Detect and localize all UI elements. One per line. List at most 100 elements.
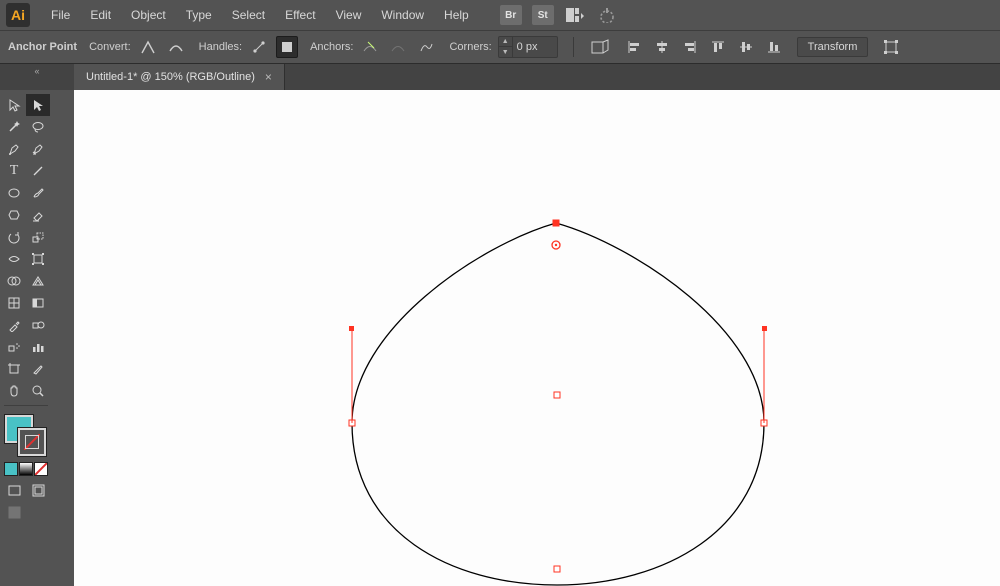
- blend-tool[interactable]: [26, 314, 50, 336]
- align-bottom-button[interactable]: [763, 36, 785, 58]
- type-tool[interactable]: T: [2, 160, 26, 182]
- none-mode-button[interactable]: [34, 462, 48, 476]
- corner-point-icon: [140, 39, 156, 55]
- handles-show-button[interactable]: [248, 36, 270, 58]
- convert-label: Convert:: [89, 41, 131, 53]
- align-group: [623, 36, 785, 58]
- document-tab[interactable]: Untitled-1* @ 150% (RGB/Outline) ×: [74, 64, 285, 90]
- anchors-group: Anchors:: [310, 36, 437, 58]
- paintbrush-tool[interactable]: [26, 182, 50, 204]
- handle-right[interactable]: [762, 326, 767, 331]
- perspective-tool[interactable]: [26, 270, 50, 292]
- screen-mode-full-button[interactable]: [26, 479, 50, 501]
- anchor-add-icon: [390, 39, 406, 55]
- canvas[interactable]: [74, 90, 1000, 586]
- anchor-remove-button[interactable]: [359, 36, 381, 58]
- handles-group: Handles:: [199, 36, 298, 58]
- menu-edit[interactable]: Edit: [81, 4, 120, 26]
- handles-label: Handles:: [199, 41, 242, 53]
- menu-select[interactable]: Select: [223, 4, 274, 26]
- smooth-point-icon: [168, 39, 184, 55]
- color-mode-button[interactable]: [4, 462, 18, 476]
- paintbrush-icon: [31, 186, 45, 200]
- slice-tool[interactable]: [26, 358, 50, 380]
- shaper-tool[interactable]: [2, 204, 26, 226]
- menu-type[interactable]: Type: [177, 4, 221, 26]
- screen-mode-normal-button[interactable]: [2, 479, 26, 501]
- lasso-tool[interactable]: [26, 116, 50, 138]
- width-tool[interactable]: [2, 248, 26, 270]
- selection-tool[interactable]: [2, 94, 26, 116]
- color-swatch[interactable]: [4, 414, 48, 458]
- eyedropper-icon: [7, 318, 21, 332]
- shape-path[interactable]: [352, 223, 764, 585]
- scale-icon: [31, 230, 45, 244]
- panel-collapse-handle[interactable]: «: [0, 64, 74, 90]
- convert-corner-button[interactable]: [137, 36, 159, 58]
- artboard-tool[interactable]: [2, 358, 26, 380]
- gpu-preview-button[interactable]: [596, 5, 618, 25]
- lasso-icon: [31, 120, 45, 134]
- rotate-tool[interactable]: [2, 226, 26, 248]
- stroke-swatch[interactable]: [18, 428, 46, 456]
- blend-icon: [31, 318, 45, 332]
- convert-group: Convert:: [89, 36, 187, 58]
- close-icon[interactable]: ×: [265, 70, 272, 84]
- free-transform-tool[interactable]: [26, 248, 50, 270]
- anchor-bottom[interactable]: [554, 566, 560, 572]
- anchor-connect-button[interactable]: [415, 36, 437, 58]
- symbol-sprayer-icon: [7, 340, 21, 354]
- eraser-icon: [31, 208, 45, 222]
- column-graph-tool[interactable]: [26, 336, 50, 358]
- menu-window[interactable]: Window: [372, 4, 433, 26]
- gradient-tool[interactable]: [26, 292, 50, 314]
- anchor-top[interactable]: [553, 220, 559, 226]
- align-top-button[interactable]: [707, 36, 729, 58]
- zoom-tool[interactable]: [26, 380, 50, 402]
- menu-object[interactable]: Object: [122, 4, 175, 26]
- eyedropper-tool[interactable]: [2, 314, 26, 336]
- align-hcenter-button[interactable]: [651, 36, 673, 58]
- direct-selection-tool[interactable]: [26, 94, 50, 116]
- menu-effect[interactable]: Effect: [276, 4, 324, 26]
- divider: [573, 37, 574, 57]
- anchor-center[interactable]: [554, 392, 560, 398]
- artwork: [74, 90, 1000, 586]
- pen-tool[interactable]: [2, 138, 26, 160]
- bridge-button[interactable]: Br: [500, 5, 522, 25]
- shape-builder-tool[interactable]: [2, 270, 26, 292]
- eraser-tool[interactable]: [26, 204, 50, 226]
- magic-wand-tool[interactable]: [2, 116, 26, 138]
- handle-left[interactable]: [349, 326, 354, 331]
- align-left-button[interactable]: [623, 36, 645, 58]
- menu-file[interactable]: File: [42, 4, 79, 26]
- align-right-button[interactable]: [679, 36, 701, 58]
- menu-help[interactable]: Help: [435, 4, 478, 26]
- curvature-tool[interactable]: [26, 138, 50, 160]
- pen-icon: [7, 142, 21, 156]
- symbol-sprayer-tool[interactable]: [2, 336, 26, 358]
- handle-icon: [251, 39, 267, 55]
- menu-view[interactable]: View: [327, 4, 371, 26]
- handles-hide-button[interactable]: [276, 36, 298, 58]
- convert-smooth-button[interactable]: [165, 36, 187, 58]
- shape-builder-icon: [7, 274, 21, 288]
- rectangle-tool[interactable]: [2, 182, 26, 204]
- isolate-button[interactable]: [589, 36, 611, 58]
- hand-tool[interactable]: [2, 380, 26, 402]
- mesh-icon: [7, 296, 21, 310]
- anchor-add-button[interactable]: [387, 36, 409, 58]
- screen-mode-present-button[interactable]: [2, 501, 26, 523]
- gradient-mode-button[interactable]: [19, 462, 33, 476]
- arrange-documents-button[interactable]: [564, 5, 586, 25]
- mesh-tool[interactable]: [2, 292, 26, 314]
- corners-input[interactable]: [513, 41, 557, 53]
- align-vcenter-button[interactable]: [735, 36, 757, 58]
- scale-tool[interactable]: [26, 226, 50, 248]
- transform-button[interactable]: Transform: [797, 37, 869, 57]
- transform-each-button[interactable]: [880, 36, 902, 58]
- corners-step-down[interactable]: ▼: [499, 47, 512, 57]
- stock-button[interactable]: St: [532, 5, 554, 25]
- corners-step-up[interactable]: ▲: [499, 37, 512, 47]
- line-tool[interactable]: [26, 160, 50, 182]
